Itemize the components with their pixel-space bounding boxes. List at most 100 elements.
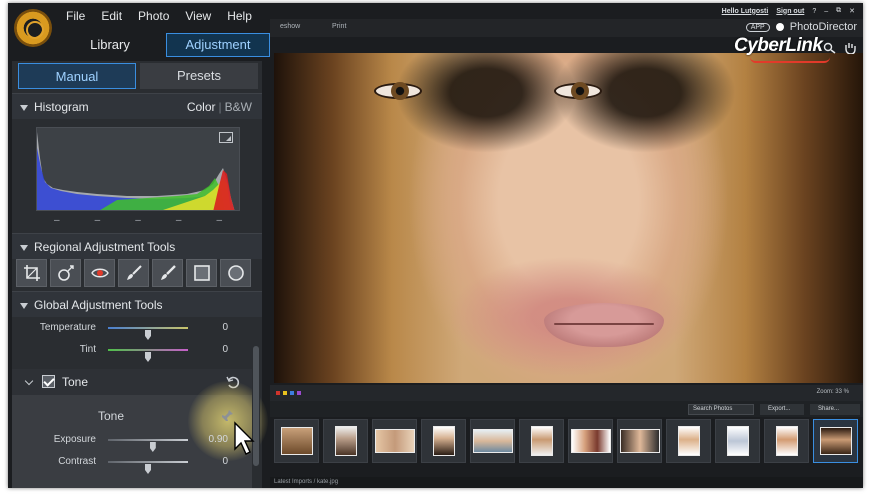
temperature-value[interactable]: 0 bbox=[198, 322, 228, 333]
filmstrip-thumbnail[interactable] bbox=[519, 419, 564, 463]
print-tab[interactable]: Print bbox=[332, 23, 346, 30]
filmstrip-thumbnail[interactable] bbox=[323, 419, 368, 463]
slideshow-tab[interactable]: eshow bbox=[280, 23, 300, 30]
filmstrip-thumbnail[interactable] bbox=[372, 419, 417, 463]
crop-tool-button[interactable] bbox=[16, 259, 47, 287]
minimize-icon[interactable]: – bbox=[824, 8, 828, 15]
contrast-track[interactable] bbox=[108, 461, 188, 474]
current-file-path: Latest Imports / kate.jpg bbox=[270, 477, 863, 488]
crop-icon bbox=[23, 265, 40, 281]
global-tools-title: Global Adjustment Tools bbox=[34, 298, 163, 312]
restore-icon[interactable]: ⧉ bbox=[836, 7, 841, 15]
help-icon[interactable]: ? bbox=[812, 8, 816, 15]
adjustment-panel: Manual Presets Histogram Color | B&W – – –… bbox=[12, 61, 268, 488]
filmstrip-thumbnail[interactable] bbox=[764, 419, 809, 463]
purple-label-icon[interactable] bbox=[297, 391, 301, 395]
radial-filter-button[interactable] bbox=[220, 259, 251, 287]
tab-presets[interactable]: Presets bbox=[140, 63, 258, 89]
menu-help[interactable]: Help bbox=[227, 9, 252, 23]
account-bar: Hello Lutgosti Sign out ? – ⧉ ✕ bbox=[722, 7, 855, 15]
filmstrip bbox=[270, 419, 863, 469]
filmstrip-thumbnail[interactable] bbox=[274, 419, 319, 463]
spot-removal-button[interactable] bbox=[50, 259, 81, 287]
contrast-value[interactable]: 0 bbox=[198, 456, 228, 467]
share-button[interactable]: Share... bbox=[810, 404, 860, 415]
filmstrip-thumbnail[interactable] bbox=[666, 419, 711, 463]
histogram-bw-option[interactable]: B&W bbox=[225, 100, 252, 114]
red-eye-icon bbox=[90, 268, 109, 278]
exposure-slider-row: Exposure 0.90 bbox=[12, 431, 252, 452]
global-tools-header[interactable]: Global Adjustment Tools bbox=[12, 291, 262, 317]
histogram-graph bbox=[36, 127, 240, 211]
panel-scrollbar[interactable] bbox=[252, 326, 260, 486]
filmstrip-thumbnail[interactable] bbox=[470, 419, 515, 463]
adjustment-brush-button[interactable] bbox=[118, 259, 149, 287]
filmstrip-thumbnail-selected[interactable] bbox=[813, 419, 858, 463]
menu-view[interactable]: View bbox=[185, 9, 211, 23]
menu-edit[interactable]: Edit bbox=[101, 9, 122, 23]
photodirector-dot-icon bbox=[775, 23, 784, 31]
filmstrip-thumbnail[interactable] bbox=[715, 419, 760, 463]
exposure-label: Exposure bbox=[53, 434, 96, 445]
hand-icon[interactable] bbox=[843, 41, 857, 55]
app-badge[interactable]: APP bbox=[745, 22, 770, 32]
export-button[interactable]: Export... bbox=[760, 404, 804, 415]
tint-track[interactable] bbox=[108, 349, 188, 362]
photo-canvas[interactable] bbox=[274, 53, 863, 383]
histogram-color-option[interactable]: Color bbox=[187, 100, 216, 114]
histogram-header[interactable]: Histogram Color | B&W bbox=[12, 93, 262, 119]
histogram-tick: – bbox=[135, 215, 141, 226]
regional-tools-header[interactable]: Regional Adjustment Tools bbox=[12, 233, 262, 259]
product-name: PhotoDirector bbox=[789, 21, 857, 33]
filmstrip-thumbnail[interactable] bbox=[568, 419, 613, 463]
skin-brush-button[interactable] bbox=[152, 259, 183, 287]
histogram-mode-toggle: Color | B&W bbox=[186, 100, 252, 114]
radial-filter-icon bbox=[227, 265, 244, 281]
tint-thumb[interactable] bbox=[145, 352, 151, 362]
menu-photo[interactable]: Photo bbox=[138, 9, 169, 23]
product-line: APP PhotoDirector bbox=[745, 21, 857, 33]
close-icon[interactable]: ✕ bbox=[849, 7, 855, 15]
expand-histogram-icon[interactable] bbox=[219, 132, 233, 143]
blue-label-icon[interactable] bbox=[290, 391, 294, 395]
tone-enable-checkbox[interactable] bbox=[42, 375, 55, 388]
histogram-tick: – bbox=[94, 215, 101, 226]
skin-brush-icon bbox=[160, 265, 176, 280]
library-tab[interactable]: Library bbox=[58, 33, 162, 57]
histogram-tick: – bbox=[175, 215, 182, 226]
red-eye-button[interactable] bbox=[84, 259, 115, 287]
exposure-track[interactable] bbox=[108, 439, 188, 452]
chevron-down-icon[interactable] bbox=[24, 376, 34, 386]
contrast-thumb[interactable] bbox=[145, 464, 151, 474]
temperature-thumb[interactable] bbox=[145, 330, 151, 340]
zoom-level[interactable]: Zoom: 33 % bbox=[817, 389, 849, 395]
exposure-value[interactable]: 0.90 bbox=[198, 434, 228, 445]
contrast-slider-row: Contrast 0 bbox=[12, 453, 252, 474]
tone-subtitle: Tone bbox=[98, 409, 125, 423]
contrast-label: Contrast bbox=[58, 456, 96, 467]
menu-file[interactable]: File bbox=[66, 9, 85, 23]
temperature-track[interactable] bbox=[108, 327, 188, 340]
signout-link[interactable]: Sign out bbox=[776, 8, 804, 15]
tab-manual[interactable]: Manual bbox=[18, 63, 136, 89]
graduated-filter-button[interactable] bbox=[186, 259, 217, 287]
search-icon[interactable] bbox=[823, 41, 837, 54]
targeted-adjust-pin-icon[interactable] bbox=[220, 409, 234, 423]
search-photos-input[interactable]: Search Photos bbox=[688, 404, 754, 415]
filmstrip-thumbnail[interactable] bbox=[617, 419, 662, 463]
tint-value[interactable]: 0 bbox=[198, 344, 228, 355]
portrait-right-eye bbox=[554, 82, 602, 100]
cyberlink-swoosh bbox=[750, 57, 830, 63]
tone-body: Tone Exposure 0.90 Contrast 0 bbox=[12, 381, 268, 488]
yellow-label-icon[interactable] bbox=[283, 391, 287, 395]
adjustment-tab[interactable]: Adjustment bbox=[166, 33, 270, 57]
exposure-thumb[interactable] bbox=[149, 442, 156, 452]
histogram-title: Histogram bbox=[34, 100, 89, 114]
red-label-icon[interactable] bbox=[276, 391, 280, 395]
hello-link[interactable]: Hello Lutgosti bbox=[722, 8, 769, 15]
mouse-cursor-icon bbox=[234, 421, 255, 455]
temperature-label: Temperature bbox=[39, 322, 96, 333]
brush-icon bbox=[126, 265, 142, 280]
filmstrip-thumbnail[interactable] bbox=[421, 419, 466, 463]
filmstrip-toolbar: Zoom: 33 % bbox=[270, 385, 863, 401]
